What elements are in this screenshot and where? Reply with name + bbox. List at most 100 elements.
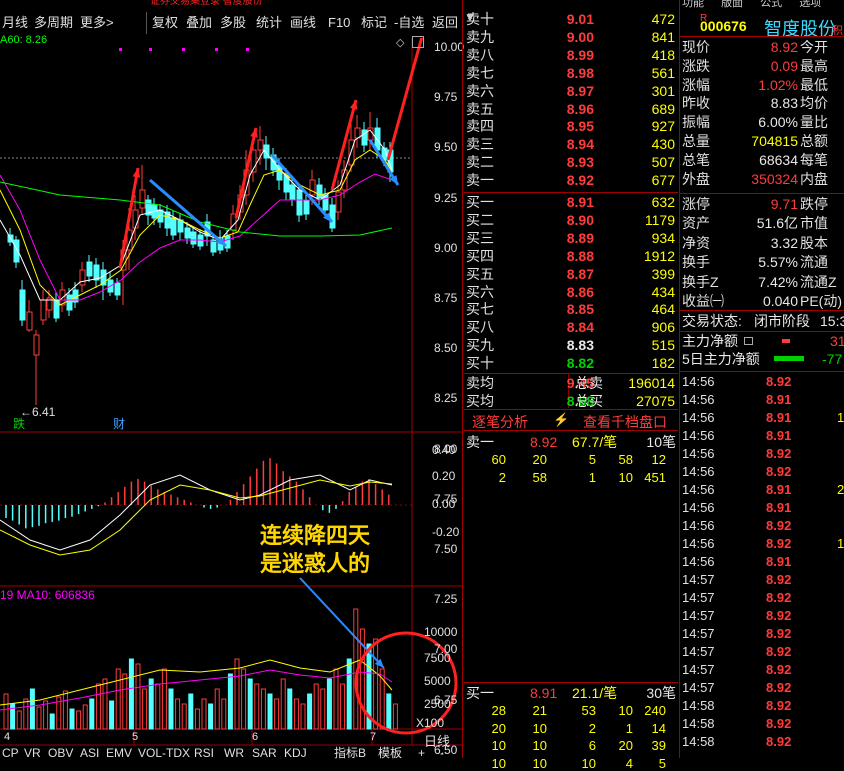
tab-thousand-depth[interactable]: 查看千档盘口 [583, 412, 667, 432]
info-key: 振幅 [682, 114, 710, 131]
ob-label: 买八 [466, 319, 494, 336]
candle-body [190, 231, 197, 245]
price-tick: 8.50 [434, 341, 458, 356]
f10-button[interactable]: F10 [328, 13, 350, 33]
tab-monthly[interactable]: 月线 [2, 13, 28, 33]
volume-bar [287, 688, 293, 730]
ob-price: 8.86 [566, 283, 594, 300]
candle-body [184, 227, 191, 239]
price-tick: 7.25 [434, 592, 458, 607]
buy-queue-item: 53 [581, 703, 596, 718]
price-tick: 9.50 [434, 140, 458, 155]
mark-button[interactable]: 标记 [361, 13, 387, 33]
volume-bar [95, 683, 101, 730]
bid-row: 买十 8.82 182 [464, 354, 678, 372]
info-key2: 均价 [800, 95, 828, 112]
tick-price: 8.92 [766, 716, 792, 731]
info-row: 净资 3.32 股本 [682, 233, 844, 253]
tick-row: 14:56 8.91 [682, 553, 844, 571]
volume-bar [326, 678, 332, 730]
ask-row: 卖一 8.92 677 [464, 171, 678, 189]
avg-label: 买均 [466, 392, 494, 409]
ob-price: 8.90 [566, 211, 594, 228]
info-value: 1.02% [758, 76, 798, 93]
info-key2: PE(动) [800, 293, 842, 309]
info-key2: 最低 [800, 76, 828, 93]
back-button[interactable]: 返回 [432, 13, 458, 33]
fuquan-button[interactable]: 复权 [152, 13, 178, 33]
volume-bar [320, 688, 326, 730]
sell-queue-item: 451 [644, 469, 666, 485]
info-key: 涨跌 [682, 57, 710, 74]
info-row: 涨跌 0.09 最高 [682, 56, 844, 76]
draw-line-button[interactable]: 画线 [290, 13, 316, 33]
info-key2: 今开 [800, 39, 828, 55]
candle-body [354, 127, 361, 139]
info-key: 涨幅 [682, 76, 710, 93]
info-key2: 流通Z [800, 273, 837, 290]
ob-price: 8.84 [566, 319, 594, 336]
info-row: 换手 5.57% 流通 [682, 252, 844, 272]
info-key2: 最高 [800, 57, 828, 74]
stats-button[interactable]: 统计 [256, 13, 282, 33]
doc-icon[interactable] [744, 337, 753, 345]
tick-row: 14:57 8.92 [682, 661, 844, 679]
ob-label: 卖一 [466, 172, 494, 189]
ob-price: 8.98 [566, 64, 594, 81]
multi-stock-button[interactable]: 多股 [220, 13, 246, 33]
volume-bar [201, 698, 207, 730]
window-toggle-icon[interactable] [412, 36, 424, 48]
volume-bar [16, 710, 22, 730]
tick-row: 14:56 8.92 [682, 463, 844, 481]
ma-legend: A60: 8.26 [0, 34, 48, 46]
ob-volume: 515 [651, 337, 675, 354]
info-value: 704815 [751, 133, 798, 149]
tick-row: 14:56 8.92 [682, 373, 844, 391]
buy-queue-item: 10 [532, 720, 547, 736]
diamond-icon[interactable]: ◇ [396, 36, 404, 49]
volume-bar [373, 638, 379, 730]
badge-cai: 财 [113, 417, 126, 431]
overlay-button[interactable]: 叠加 [186, 13, 212, 33]
volume-bar [241, 668, 247, 730]
kline-chart[interactable] [0, 0, 462, 758]
tick-row: 14:57 8.92 [682, 607, 844, 625]
sell-queue-item: 60 [491, 452, 506, 467]
menu-options[interactable]: 选项 [799, 0, 821, 8]
ob-price: 8.93 [566, 154, 594, 171]
ob-volume: 1179 [644, 211, 675, 228]
tick-price: 8.91 [766, 410, 792, 425]
volume-bar [208, 703, 214, 730]
volume-bar [333, 668, 339, 730]
menu-formula[interactable]: 公式 [760, 0, 782, 8]
tick-time: 14:56 [682, 446, 715, 461]
tick-price: 8.92 [766, 464, 792, 479]
ob-price: 8.94 [566, 136, 594, 153]
more-menu[interactable]: 更多> [80, 13, 114, 33]
bid-row: 买九 8.83 515 [464, 336, 678, 354]
sell-queue-item: 58 [618, 452, 633, 467]
watchlist-button[interactable]: -自选 [394, 13, 424, 33]
info-row: 外盘 350324 内盘 [682, 169, 844, 189]
volume-bar [307, 693, 313, 730]
info-row: 总量 704815 总额 [682, 131, 844, 151]
candle-body [26, 311, 33, 331]
tab-multi-period[interactable]: 多周期 [34, 13, 73, 33]
ask-row: 卖九 9.00 841 [464, 28, 678, 46]
tick-price: 8.92 [766, 536, 792, 551]
ob-volume: 430 [651, 136, 675, 153]
menu-function[interactable]: 功能 [682, 0, 704, 8]
volume-bar [155, 683, 161, 730]
price-tick: 9.00 [434, 240, 458, 255]
info-key: 外盘 [682, 170, 710, 187]
tab-zhubi-analysis[interactable]: 逐笔分析 [472, 412, 528, 432]
tick-time: 14:57 [682, 572, 715, 587]
buy-queue-item: 10 [491, 738, 506, 753]
lightning-icon: ⚡ [553, 412, 570, 427]
candle-body [93, 264, 100, 281]
volume-bar [214, 688, 220, 730]
sell1-summary: 卖一 8.92 67.7/笔 10笔 [466, 434, 676, 450]
price-tick: 9.75 [434, 90, 458, 105]
info-value: 3.32 [770, 234, 798, 251]
menu-layout[interactable]: 版面 [721, 0, 743, 8]
